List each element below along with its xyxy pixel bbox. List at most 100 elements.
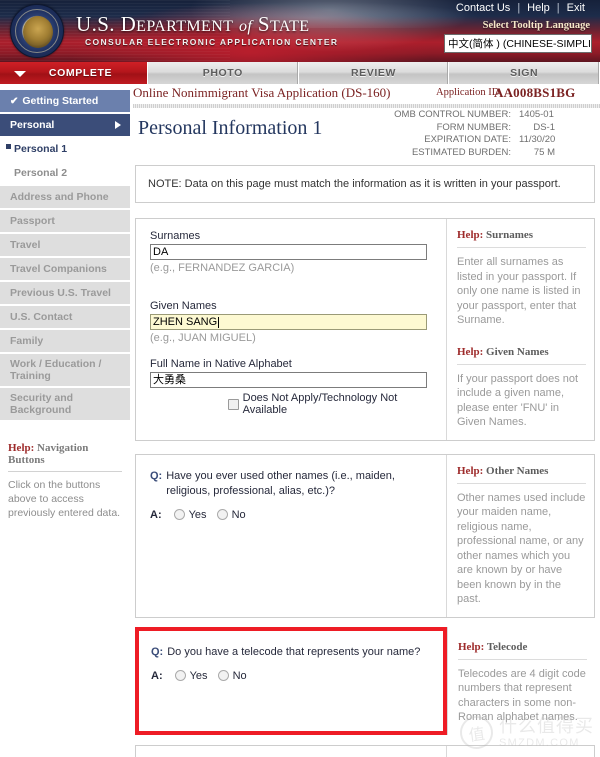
telecode-panel: Q: Do you have a telecode that represent…: [135, 626, 595, 735]
sidebar-item-family: Family: [0, 330, 130, 352]
exit-link[interactable]: Exit: [560, 2, 592, 14]
tab-sign[interactable]: SIGN: [449, 62, 600, 84]
radio-icon[interactable]: [173, 509, 185, 520]
names-fields: Surnames DA (e.g., FERNANDEZ GARCIA) Giv…: [136, 219, 446, 440]
other-names-q-prefix: Q:: [150, 469, 163, 482]
department-title: U.S. DEPARTMENT of STATE: [76, 12, 309, 37]
tab-complete-label: COMPLETE: [48, 67, 113, 79]
sidebar-item-getting-started[interactable]: ✔ Getting Started: [0, 90, 130, 112]
chevron-right-icon: [115, 121, 121, 129]
omb-row-control-number: OMB CONTROL NUMBER: 1405-01: [368, 109, 555, 122]
surnames-field-group: Surnames DA (e.g., FERNANDEZ GARCIA): [150, 230, 436, 274]
application-id-value: AA008BS1BG: [494, 85, 576, 100]
page-header-row: Personal Information 1 OMB CONTROL NUMBE…: [130, 104, 600, 162]
sidebar-item-personal[interactable]: Personal: [0, 114, 130, 136]
sidebar-help-panel: Help: Navigation Buttons Click on the bu…: [0, 442, 130, 520]
sidebar-help-body: Click on the buttons above to access pre…: [8, 471, 122, 520]
names-help-panel: Help: Surnames Enter all surnames as lis…: [446, 219, 594, 440]
chevron-down-icon: ▼: [591, 35, 592, 52]
sidebar-item-us-contact: U.S. Contact: [0, 306, 130, 328]
sidebar-item-personal-1[interactable]: Personal 1: [0, 138, 130, 160]
sidebar-item-previous-us-travel-label: Previous U.S. Travel: [10, 287, 111, 299]
other-names-yes-label: Yes: [188, 508, 207, 521]
sidebar-item-personal-1-label: Personal 1: [14, 143, 68, 155]
application-page: U.S. DEPARTMENT of STATE CONSULAR ELECTR…: [0, 0, 600, 757]
top-utility-links: Contact Us | Help | Exit: [449, 2, 592, 14]
other-names-no-label: No: [231, 508, 246, 521]
help-other-names-body: Other names used include your maiden nam…: [457, 482, 586, 607]
help-given-names-title: Help: Given Names: [457, 346, 586, 364]
help-telecode-title: Help: Telecode: [458, 641, 587, 659]
help-link[interactable]: Help: [520, 2, 557, 14]
help-surnames-title-word: Help:: [457, 229, 484, 241]
tab-complete[interactable]: COMPLETE: [0, 62, 148, 84]
sidebar-item-getting-started-label: Getting Started: [22, 95, 99, 107]
native-name-label: Full Name in Native Alphabet: [150, 358, 292, 370]
radio-icon[interactable]: [174, 670, 186, 681]
help-given-names-body: If your passport does not include a give…: [457, 363, 586, 430]
other-names-radio-no[interactable]: No: [216, 508, 246, 521]
department-subtitle: CONSULAR ELECTRONIC APPLICATION CENTER: [85, 37, 339, 47]
tooltip-language-select[interactable]: 中文(简体 ) (CHINESE-SIMPLI ▼: [444, 34, 592, 53]
help-surnames: Help: Surnames Enter all surnames as lis…: [457, 229, 586, 328]
native-name-input[interactable]: 大勇桑: [150, 372, 427, 388]
sex-field-group: Sex Male Female: [136, 746, 446, 757]
other-names-radio-yes[interactable]: Yes: [173, 508, 207, 521]
names-panel: Surnames DA (e.g., FERNANDEZ GARCIA) Giv…: [135, 218, 595, 441]
sidebar-item-travel-companions: Travel Companions: [0, 258, 130, 280]
omb-control-number-value: 1405-01: [519, 109, 554, 120]
telecode-radio-yes[interactable]: Yes: [174, 669, 208, 682]
us-department-of-state-seal-icon: [10, 4, 64, 58]
omb-form-number-value: DS-1: [533, 121, 555, 133]
telecode-answer-row: A: Yes No: [151, 670, 433, 682]
sidebar-help-title: Help: Navigation Buttons: [8, 442, 122, 471]
tooltip-language-label: Select Tooltip Language: [482, 20, 590, 31]
omb-row-expiration-date: EXPIRATION DATE: 11/30/20: [368, 134, 555, 147]
telecode-a-prefix: A:: [151, 669, 163, 682]
tab-sign-label: SIGN: [510, 67, 539, 79]
sidebar-navigation: ✔ Getting Started Personal Personal 1 Pe…: [0, 84, 130, 757]
sidebar-item-travel-companions-label: Travel Companions: [10, 263, 107, 275]
native-name-not-applicable-row[interactable]: Does Not Apply/Technology Not Available: [150, 392, 436, 416]
help-given-names-title-rest: Given Names: [483, 345, 549, 358]
telecode-yes-label: Yes: [189, 669, 208, 682]
telecode-help-panel: Help: Telecode Telecodes are 4 digit cod…: [447, 626, 595, 735]
native-name-input-value: 大勇桑: [153, 373, 186, 386]
sidebar-item-personal-2[interactable]: Personal 2: [0, 162, 130, 184]
radio-icon[interactable]: [217, 670, 229, 681]
omb-row-estimated-burden: ESTIMATED BURDEN: 75 M: [368, 147, 555, 160]
other-names-a-prefix: A:: [150, 508, 162, 521]
given-names-input[interactable]: ZHEN SANG: [150, 314, 427, 330]
sidebar-item-security-and-background-label: Security and Background: [10, 392, 74, 416]
radio-icon[interactable]: [216, 509, 228, 520]
sidebar-item-address-and-phone-label: Address and Phone: [10, 191, 109, 203]
sex-panel: Sex Male Female: [135, 744, 595, 757]
help-telecode-body: Telecodes are 4 digit code numbers that …: [458, 658, 587, 725]
help-other-names-title-word: Help:: [457, 464, 484, 477]
other-names-help-panel: Help: Other Names Other names used inclu…: [446, 454, 594, 617]
tab-review[interactable]: REVIEW: [298, 62, 450, 84]
telecode-no-label: No: [232, 669, 247, 682]
given-names-label: Given Names: [150, 300, 217, 312]
surnames-input-value: DA: [153, 245, 169, 258]
contact-us-link[interactable]: Contact Us: [449, 2, 517, 14]
sex-help-panel: [446, 745, 594, 757]
other-names-question-row: Q: Have you ever used other names (i.e.,…: [150, 469, 436, 499]
native-name-not-applicable-label: Does Not Apply/Technology Not Available: [242, 392, 398, 416]
department-title-part5: TATE: [270, 18, 310, 35]
surnames-label: Surnames: [150, 230, 201, 242]
sidebar-item-family-label: Family: [10, 335, 44, 347]
sidebar-item-travel: Travel: [0, 234, 130, 256]
help-telecode-title-word: Help:: [458, 640, 485, 653]
tab-photo[interactable]: PHOTO: [148, 62, 299, 84]
surnames-input[interactable]: DA: [150, 244, 427, 260]
omb-info: OMB CONTROL NUMBER: 1405-01 FORM NUMBER:…: [368, 109, 555, 159]
sidebar-item-personal-2-label: Personal 2: [14, 167, 68, 179]
omb-expiration-date-label: EXPIRATION DATE:: [424, 134, 511, 145]
given-names-hint: (e.g., JUAN MIGUEL): [150, 332, 256, 344]
telecode-radio-no[interactable]: No: [217, 669, 247, 682]
checkbox-icon[interactable]: [228, 398, 239, 410]
omb-row-form-number: FORM NUMBER: DS-1: [368, 122, 555, 135]
